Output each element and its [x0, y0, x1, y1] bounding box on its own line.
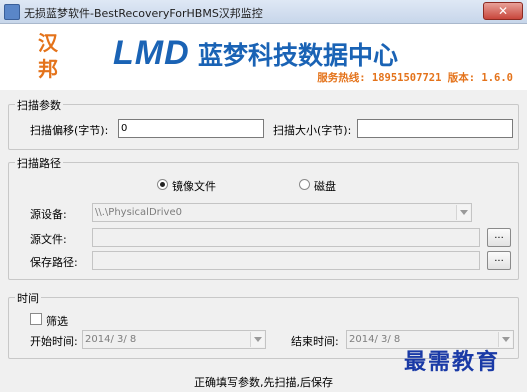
app-icon [4, 4, 20, 20]
filter-checkbox[interactable] [30, 313, 42, 325]
source-file-input[interactable] [92, 228, 480, 247]
image-file-radio[interactable] [157, 179, 168, 190]
time-legend: 时间 [15, 290, 41, 306]
start-time-label: 开始时间: [30, 335, 78, 348]
disk-radio-label: 磁盘 [314, 180, 336, 193]
logo-char: 邦 [38, 57, 58, 81]
source-device-label: 源设备: [30, 208, 67, 221]
scan-offset-label: 扫描偏移(字节): [30, 124, 109, 137]
source-device-combo[interactable]: \\.\PhysicalDrive0 [92, 203, 472, 222]
hotline-version: 服务热线: 18951507721 版本: 1.6.0 [317, 72, 513, 84]
hanbang-logo: 汉 邦 [36, 30, 60, 82]
source-file-browse-button[interactable]: ... [487, 228, 511, 247]
lmd-logo: LMD [113, 34, 190, 72]
header-banner: 汉 邦 LMD 蓝梦科技数据中心 服务热线: 18951507721 版本: 1… [0, 24, 527, 90]
close-button[interactable]: ✕ [483, 2, 523, 20]
start-time-value: 2014/ 3/ 8 [85, 334, 137, 345]
watermark-text: 最需教育 [404, 349, 501, 375]
chevron-down-icon[interactable] [456, 205, 470, 220]
status-text: 正确填写参数,先扫描,后保存 [194, 376, 333, 389]
image-file-radio-label: 镜像文件 [172, 180, 216, 193]
source-file-label: 源文件: [30, 233, 67, 246]
save-path-input[interactable] [92, 251, 480, 270]
scan-size-input[interactable] [357, 119, 513, 138]
save-path-browse-button[interactable]: ... [487, 251, 511, 270]
end-time-value: 2014/ 3/ 8 [349, 334, 401, 345]
save-path-label: 保存路径: [30, 256, 78, 269]
chevron-down-icon[interactable] [250, 332, 264, 347]
disk-radio[interactable] [299, 179, 310, 190]
scan-size-label: 扫描大小(字节): [273, 124, 352, 137]
source-device-value: \\.\PhysicalDrive0 [95, 207, 182, 218]
scan-params-legend: 扫描参数 [15, 97, 63, 113]
filter-checkbox-label: 筛选 [46, 315, 68, 328]
end-time-label: 结束时间: [291, 335, 339, 348]
window-title: 无损蓝梦软件-BestRecoveryForHBMS汉邦监控 [24, 7, 263, 20]
start-time-picker[interactable]: 2014/ 3/ 8 [82, 330, 266, 349]
logo-char: 汉 [38, 31, 58, 55]
scan-offset-input[interactable]: 0 [118, 119, 264, 138]
brand-title: 蓝梦科技数据中心 [198, 41, 399, 70]
chevron-down-icon[interactable] [498, 332, 512, 347]
title-bar: 无损蓝梦软件-BestRecoveryForHBMS汉邦监控 ✕ [0, 0, 527, 24]
scan-path-legend: 扫描路径 [15, 155, 63, 171]
